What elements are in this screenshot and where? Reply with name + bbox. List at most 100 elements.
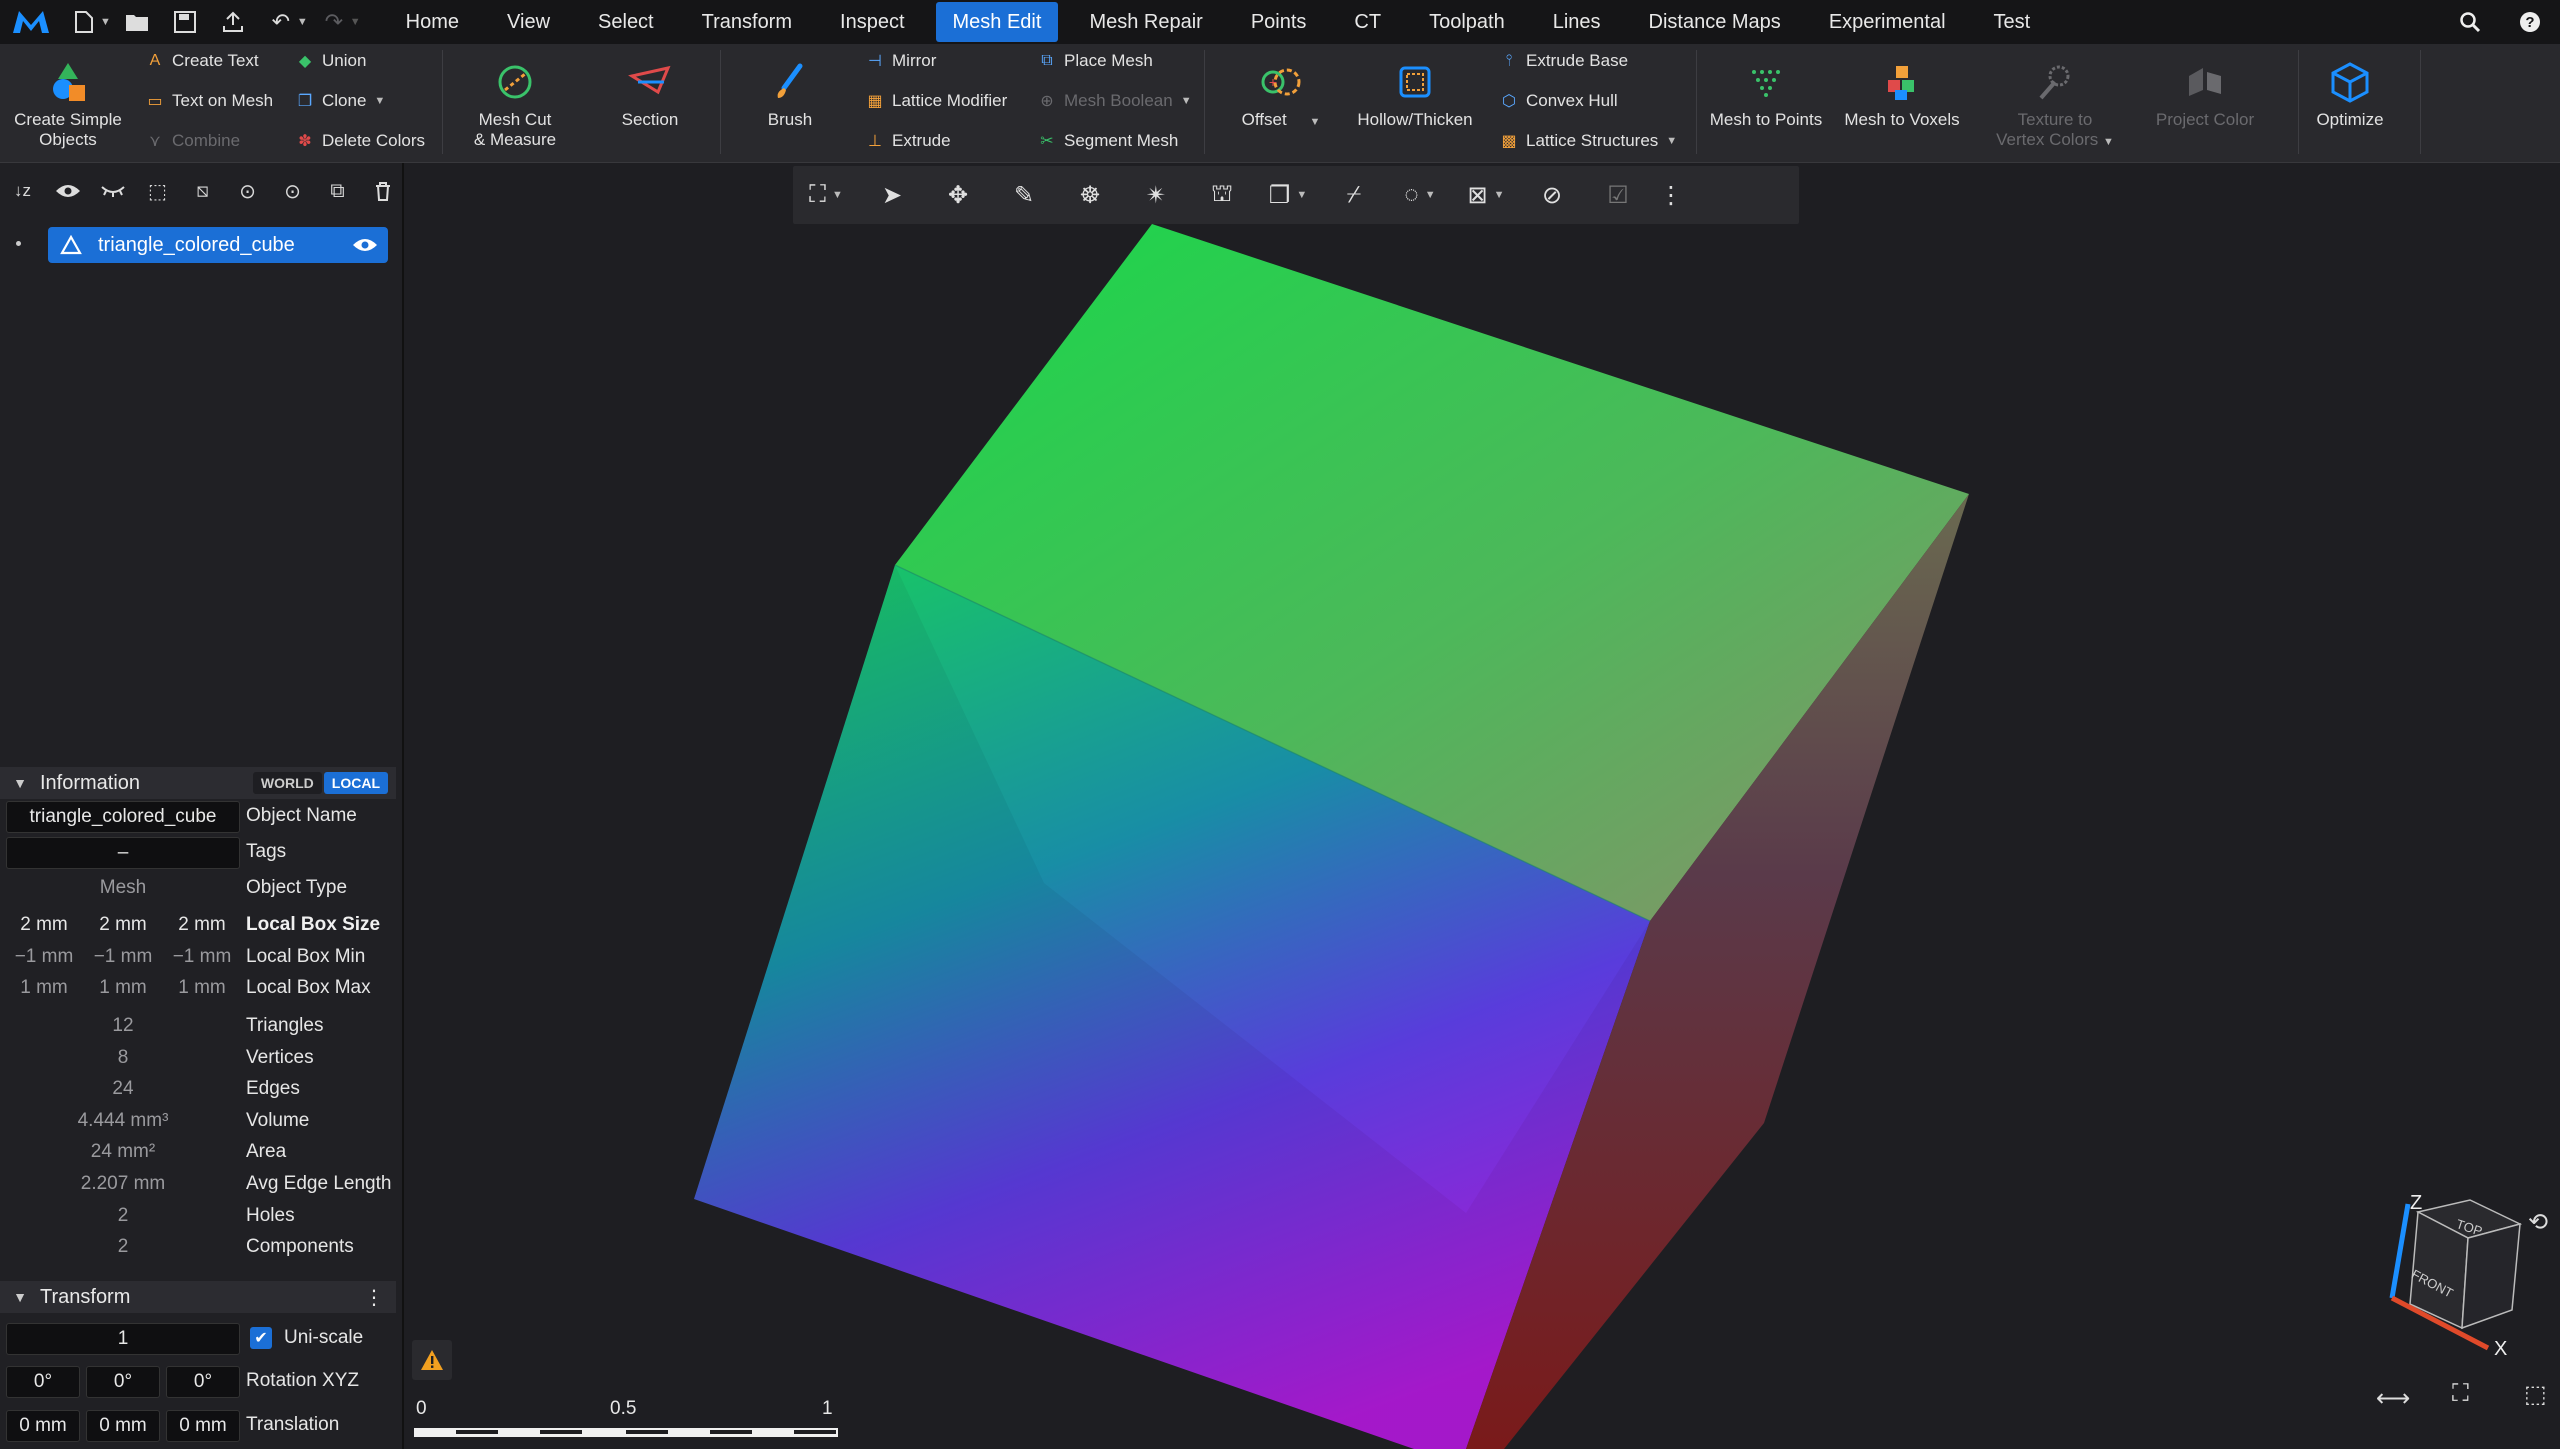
local-toggle[interactable]: LOCAL: [323, 772, 388, 794]
deselect-icon[interactable]: ⧅: [180, 173, 225, 209]
warning-icon[interactable]: [412, 1340, 452, 1380]
steering-wheel-icon[interactable]: ☸: [1057, 166, 1123, 224]
section-button[interactable]: Section: [598, 54, 702, 130]
view-cube-icon[interactable]: ⬚: [2524, 1380, 2547, 1409]
3d-viewport[interactable]: ⛶ ▼ ➤ ✥ ✎ ☸ ✴ ⛫ ❐ ▼ ⌿ ◌ ▼ ⊠ ▼ ⊘ ☑ ⋮: [404, 163, 2560, 1449]
text-on-mesh-button[interactable]: ▭ Text on Mesh: [146, 86, 273, 116]
transform-section-header[interactable]: ▼ Transform ⋮: [0, 1281, 396, 1313]
edit-object-icon[interactable]: ✎: [991, 166, 1057, 224]
focus-icon[interactable]: ⛶: [2452, 1380, 2469, 1408]
chevron-down-icon[interactable]: ▼: [1181, 95, 1192, 107]
tab-toolpath[interactable]: Toolpath: [1412, 2, 1522, 42]
duplicate-icon[interactable]: ⧉: [315, 173, 360, 209]
disable-icon[interactable]: ⊘: [1519, 166, 1585, 224]
export-icon[interactable]: [211, 4, 255, 40]
help-icon[interactable]: ?: [2500, 4, 2560, 40]
tab-transform[interactable]: Transform: [685, 2, 809, 42]
clone-button[interactable]: ❐ Clone ▼: [296, 86, 385, 116]
mesh-to-voxels-button[interactable]: Mesh to Voxels: [1840, 54, 1964, 130]
lasso-icon[interactable]: ◌ ▼: [1387, 166, 1453, 224]
more-options-icon[interactable]: ⋮: [364, 1285, 384, 1310]
more-options-icon[interactable]: ⋮: [1651, 166, 1691, 224]
mesh-to-points-button[interactable]: Mesh to Points: [1706, 54, 1826, 130]
chevron-down-icon[interactable]: ▼: [374, 95, 385, 107]
lattice-structures-button[interactable]: ▩ Lattice Structures ▼: [1500, 126, 1677, 156]
tab-lines[interactable]: Lines: [1536, 2, 1618, 42]
tab-test[interactable]: Test: [1977, 2, 2048, 42]
clone-view-icon[interactable]: ❐ ▼: [1255, 166, 1321, 224]
clip-plane-icon[interactable]: ⌿: [1321, 166, 1387, 224]
move-icon[interactable]: ✥: [925, 166, 991, 224]
ruler-icon[interactable]: ⟷: [2376, 1384, 2410, 1413]
chevron-down-icon[interactable]: ▼: [350, 16, 361, 28]
move-up-icon[interactable]: ⊙: [225, 173, 270, 209]
svg-text:+: +: [1269, 74, 1277, 90]
brush-button[interactable]: Brush: [740, 54, 840, 130]
hollow-thicken-button[interactable]: Hollow/Thicken: [1350, 54, 1480, 130]
lattice-modifier-button[interactable]: ▦ Lattice Modifier: [866, 86, 1007, 116]
mesh-boolean-button[interactable]: ⊕ Mesh Boolean ▼: [1038, 86, 1192, 116]
axes-icon[interactable]: ✴: [1123, 166, 1189, 224]
create-text-button[interactable]: A Create Text: [146, 46, 259, 76]
tab-distance-maps[interactable]: Distance Maps: [1632, 2, 1798, 42]
texture-to-vertex-colors-button[interactable]: Texture to Vertex Colors ▼: [1990, 54, 2120, 152]
tab-home[interactable]: Home: [389, 2, 476, 42]
hide-eye-icon[interactable]: [90, 173, 135, 209]
sort-icon[interactable]: ↓z: [0, 173, 45, 209]
chevron-down-icon[interactable]: ▼: [832, 189, 843, 201]
confirm-icon[interactable]: ☑: [1585, 166, 1651, 224]
navigation-cube[interactable]: Z X TOP FRONT: [2370, 1180, 2550, 1360]
segment-mesh-button[interactable]: ✂ Segment Mesh: [1038, 126, 1178, 156]
delete-colors-button[interactable]: ✽ Delete Colors: [296, 126, 425, 156]
tab-inspect[interactable]: Inspect: [823, 2, 921, 42]
app-logo-icon[interactable]: [0, 0, 62, 44]
project-color-button[interactable]: Project Color: [2150, 54, 2260, 130]
union-button[interactable]: ◆ Union: [296, 46, 367, 76]
fit-view-icon[interactable]: ⛶ ▼: [793, 166, 859, 224]
select-arrow-icon[interactable]: ➤: [859, 166, 925, 224]
chevron-down-icon[interactable]: ▼: [1494, 189, 1505, 201]
tab-mesh-edit[interactable]: Mesh Edit: [935, 2, 1059, 42]
mesh-cut-measure-button[interactable]: Mesh Cut & Measure: [460, 54, 570, 150]
convex-hull-button[interactable]: ⬡ Convex Hull: [1500, 86, 1618, 116]
tab-experimental[interactable]: Experimental: [1812, 2, 1963, 42]
chevron-down-icon[interactable]: ▼: [297, 16, 308, 28]
scene-object-item[interactable]: triangle_colored_cube: [48, 227, 388, 263]
tab-mesh-repair[interactable]: Mesh Repair: [1072, 2, 1219, 42]
camera-icon[interactable]: ⛫: [1189, 166, 1255, 224]
offset-button[interactable]: + Offset ▼: [1226, 54, 1336, 132]
place-mesh-button[interactable]: ⧉ Place Mesh: [1038, 46, 1153, 76]
search-icon[interactable]: [2440, 4, 2500, 40]
rotate-view-icon[interactable]: ⟲: [2528, 1208, 2548, 1237]
move-down-icon[interactable]: ⊙: [270, 173, 315, 209]
extrude-button[interactable]: ⊥ Extrude: [866, 126, 951, 156]
chevron-down-icon[interactable]: ▼: [1425, 189, 1436, 201]
tab-view[interactable]: View: [490, 2, 567, 42]
tab-points[interactable]: Points: [1234, 2, 1324, 42]
save-icon[interactable]: [163, 4, 207, 40]
tab-select[interactable]: Select: [581, 2, 671, 42]
show-eye-icon[interactable]: [45, 173, 90, 209]
chevron-down-icon[interactable]: ▼: [100, 16, 111, 28]
chevron-down-icon[interactable]: ▼: [1309, 116, 1320, 128]
mirror-button[interactable]: ⊣ Mirror: [866, 46, 936, 76]
tab-ct[interactable]: CT: [1337, 2, 1398, 42]
trash-icon[interactable]: [360, 173, 405, 209]
chevron-down-icon[interactable]: ▼: [2103, 136, 2114, 148]
chevron-down-icon[interactable]: ▼: [0, 775, 40, 791]
combine-button[interactable]: ⋎ Combine: [146, 126, 240, 156]
chevron-down-icon[interactable]: ▼: [1296, 189, 1307, 201]
world-toggle[interactable]: WORLD: [252, 772, 322, 794]
information-section-header[interactable]: ▼ Information WORLD LOCAL: [0, 767, 396, 799]
select-all-icon[interactable]: ⬚: [135, 173, 180, 209]
uniscale-checkbox[interactable]: ✔: [250, 1327, 272, 1349]
create-simple-objects-button[interactable]: Create Simple Objects: [8, 54, 128, 150]
brush-icon: [770, 54, 810, 110]
chevron-down-icon[interactable]: ▼: [1666, 135, 1677, 147]
optimize-button[interactable]: Optimize: [2300, 54, 2400, 130]
open-folder-icon[interactable]: [115, 4, 159, 40]
box-select-icon[interactable]: ⊠ ▼: [1453, 166, 1519, 224]
visibility-eye-icon[interactable]: [352, 237, 378, 253]
extrude-base-button[interactable]: ⫯ Extrude Base: [1500, 46, 1629, 76]
chevron-down-icon[interactable]: ▼: [0, 1289, 40, 1305]
